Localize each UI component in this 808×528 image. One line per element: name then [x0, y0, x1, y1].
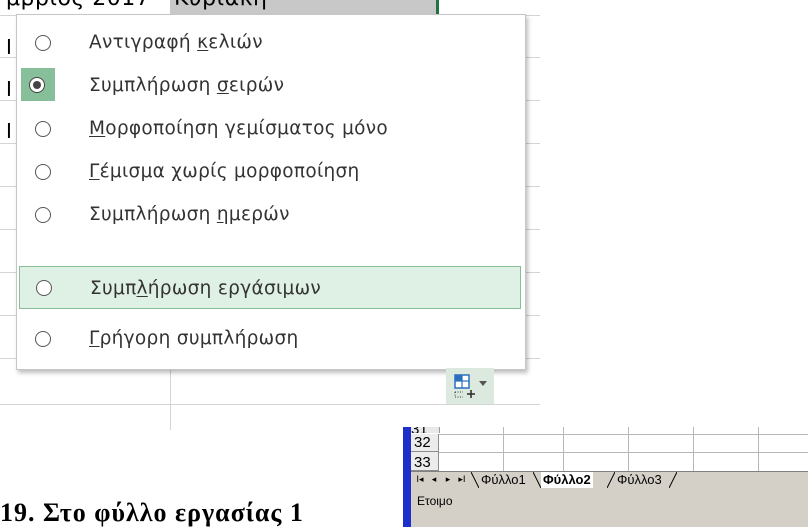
cell-date-text: μβριος 2017	[6, 0, 150, 11]
tab-edge	[607, 472, 615, 488]
menu-item-label: Γρήγορη συμπλήρωση	[89, 328, 299, 349]
row-header-33[interactable]: 33	[411, 452, 439, 471]
dropdown-arrow-icon	[479, 381, 487, 386]
menu-item-fill-formatting-only[interactable]: Μορφοποίηση γεμίσματος μόνο	[19, 107, 521, 150]
grid-line	[693, 427, 694, 471]
grid-line	[758, 427, 759, 471]
menu-item-fill-days[interactable]: Συμπλήρωση ημερών	[19, 193, 521, 236]
grid-line	[563, 427, 564, 471]
menu-item-label: Συμπλήρωση εργάσιμων	[90, 278, 322, 299]
window-border	[403, 427, 411, 527]
status-text: Ετοιμο	[417, 494, 453, 508]
tab-edge	[669, 472, 677, 488]
radio-icon	[35, 206, 51, 223]
radio-icon	[35, 163, 51, 180]
radio-icon	[36, 279, 52, 296]
auto-fill-options-button[interactable]	[446, 368, 494, 404]
selection-border	[436, 0, 439, 14]
row-header-32[interactable]: 32	[411, 434, 439, 452]
row-stub: Ι	[6, 36, 12, 58]
row-header-31[interactable]: 31	[411, 427, 440, 433]
menu-item-label: Αντιγραφή κελιών	[89, 32, 263, 53]
grid-line	[170, 360, 171, 430]
tab-edge	[533, 472, 541, 488]
cell-selected[interactable]: Κυριακή	[170, 0, 436, 14]
cell-date[interactable]: μβριος 2017	[0, 0, 166, 14]
menu-item-fill-weekdays[interactable]: Συμπλήρωση εργάσιμων	[19, 266, 521, 309]
menu-item-label: Γέμισμα χωρίς μορφοποίηση	[89, 161, 360, 182]
radio-selected-icon	[29, 76, 45, 93]
last-sheet-icon[interactable]: ▸I	[455, 473, 469, 487]
menu-item-flash-fill[interactable]: Γρήγορη συμπλήρωση	[19, 317, 521, 360]
cell-selected-text: Κυριακή	[174, 0, 267, 11]
legacy-excel-window: 31 32 33 I◂ ◂ ▸ ▸I Φύλλο1 Φύλλο2 Φύλλο3 …	[403, 427, 808, 527]
auto-fill-options-menu: Αντιγραφή κελιών Συμπλήρωση σειρών Μορφο…	[16, 14, 526, 370]
radio-icon	[35, 120, 51, 137]
grid-line	[503, 427, 504, 471]
radio-icon	[35, 34, 51, 51]
row-stub: Ι	[6, 78, 12, 100]
radio-icon	[35, 330, 51, 347]
menu-item-label: Συμπλήρωση σειρών	[89, 75, 285, 96]
menu-item-label: Συμπλήρωση ημερών	[89, 204, 290, 225]
status-bar: Ετοιμο	[411, 489, 808, 527]
grid-line	[439, 452, 808, 453]
first-sheet-icon[interactable]: I◂	[413, 473, 427, 487]
row-stub: Ι	[6, 120, 12, 142]
grid-line	[439, 434, 808, 435]
sheet-tab-bar: I◂ ◂ ▸ ▸I Φύλλο1 Φύλλο2 Φύλλο3	[411, 471, 808, 489]
next-sheet-icon[interactable]: ▸	[441, 473, 455, 487]
selected-indicator	[21, 68, 55, 101]
prev-sheet-icon[interactable]: ◂	[427, 473, 441, 487]
menu-item-fill-series[interactable]: Συμπλήρωση σειρών	[19, 64, 521, 107]
sheet-tab-3[interactable]: Φύλλο3	[617, 472, 662, 488]
grid-line	[0, 404, 540, 405]
menu-item-fill-without-formatting[interactable]: Γέμισμα χωρίς μορφοποίηση	[19, 150, 521, 193]
document-paragraph: 19. Στο φύλλο εργασίας 1	[0, 498, 304, 527]
sheet-tab-2[interactable]: Φύλλο2	[541, 472, 593, 488]
sheet-tab-1[interactable]: Φύλλο1	[481, 472, 526, 488]
autofill-options-icon	[454, 374, 475, 398]
tab-edge	[471, 472, 479, 488]
menu-item-label: Μορφοποίηση γεμίσματος μόνο	[89, 118, 389, 139]
grid-line	[628, 427, 629, 471]
menu-item-copy-cells[interactable]: Αντιγραφή κελιών	[19, 21, 521, 64]
